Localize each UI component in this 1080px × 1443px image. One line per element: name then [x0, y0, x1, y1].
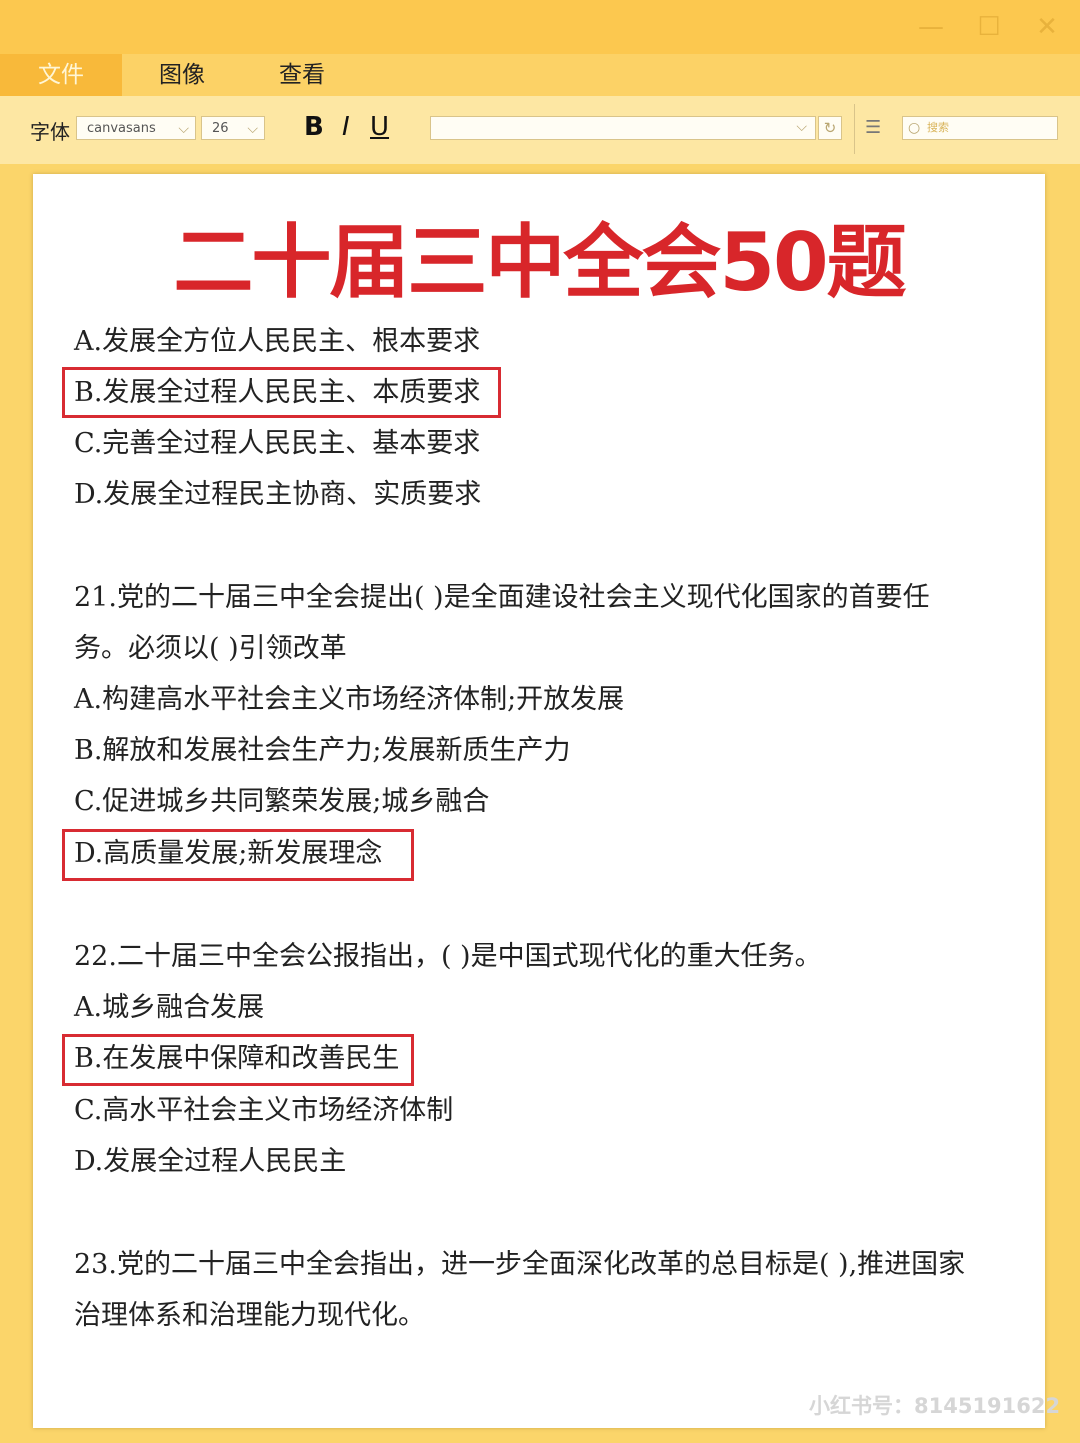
menu-file[interactable]: 文件: [0, 54, 122, 96]
answer-option: D.高质量发展;新发展理念: [74, 838, 383, 869]
maximize-icon[interactable]: ☐: [976, 14, 1002, 40]
question-text: 23.党的二十届三中全会指出，进一步全面深化改革的总目标是( ),推进国家: [74, 1249, 966, 1280]
underline-button[interactable]: U: [370, 112, 389, 142]
chevron-down-icon: ⌵: [247, 121, 258, 137]
title-bar: — ☐ ✕: [0, 0, 1080, 54]
font-family-select[interactable]: canvasans ⌵: [76, 116, 196, 140]
search-input[interactable]: ○ 搜索: [902, 116, 1058, 140]
question-text: 22.二十届三中全会公报指出，( )是中国式现代化的重大任务。: [74, 941, 822, 972]
document-page[interactable]: 二十届三中全会50题 A.发展全方位人民民主、根本要求 B.发展全过程人民民主、…: [33, 174, 1060, 1428]
menu-image[interactable]: 图像: [122, 54, 242, 96]
format-toolbar: 字体 canvasans ⌵ 26 ⌵ B I U ⌵ ↻ ☰ ○ 搜索: [0, 96, 1080, 164]
question-text: 务。必须以( )引领改革: [74, 633, 347, 664]
answer-option: C.完善全过程人民民主、基本要求: [74, 428, 481, 459]
document-title: 二十届三中全会50题: [173, 216, 906, 309]
answer-option: C.高水平社会主义市场经济体制: [74, 1095, 454, 1126]
bold-button[interactable]: B: [304, 112, 324, 142]
menu-bar: 文件 图像 查看: [0, 54, 1080, 96]
answer-option: B.解放和发展社会生产力;发展新质生产力: [74, 735, 571, 766]
refresh-icon[interactable]: ↻: [818, 116, 842, 140]
minimize-icon[interactable]: —: [918, 14, 944, 40]
answer-option: B.发展全过程人民民主、本质要求: [74, 377, 481, 408]
question-text: 21.党的二十届三中全会提出( )是全面建设社会主义现代化国家的首要任: [74, 582, 930, 613]
menu-view[interactable]: 查看: [242, 54, 362, 96]
font-label: 字体: [30, 120, 70, 144]
answer-option: D.发展全过程民主协商、实质要求: [74, 479, 482, 510]
search-placeholder: 搜索: [927, 121, 949, 134]
font-size-value: 26: [212, 121, 229, 136]
close-icon[interactable]: ✕: [1034, 14, 1060, 40]
toolbar-divider: [854, 104, 855, 154]
search-icon: ○: [908, 120, 921, 136]
font-family-value: canvasans: [87, 121, 156, 136]
answer-option: A.发展全方位人民民主、根本要求: [74, 326, 481, 357]
font-size-select[interactable]: 26 ⌵: [201, 116, 265, 140]
numbered-list-icon[interactable]: ☰: [865, 116, 887, 140]
answer-option: A.构建高水平社会主义市场经济体制;开放发展: [74, 684, 625, 715]
answer-option: B.在发展中保障和改善民生: [74, 1043, 400, 1074]
question-text: 治理体系和治理能力现代化。: [74, 1300, 425, 1331]
answer-option: A.城乡融合发展: [74, 992, 265, 1023]
style-combo[interactable]: ⌵: [430, 116, 816, 140]
chevron-down-icon: ⌵: [178, 121, 189, 137]
answer-option: C.促进城乡共同繁荣发展;城乡融合: [74, 786, 490, 817]
chevron-down-icon: ⌵: [796, 119, 807, 135]
italic-button[interactable]: I: [342, 112, 350, 142]
watermark: 小红书号：8145191622: [809, 1394, 1061, 1418]
answer-option: D.发展全过程人民民主: [74, 1146, 347, 1177]
